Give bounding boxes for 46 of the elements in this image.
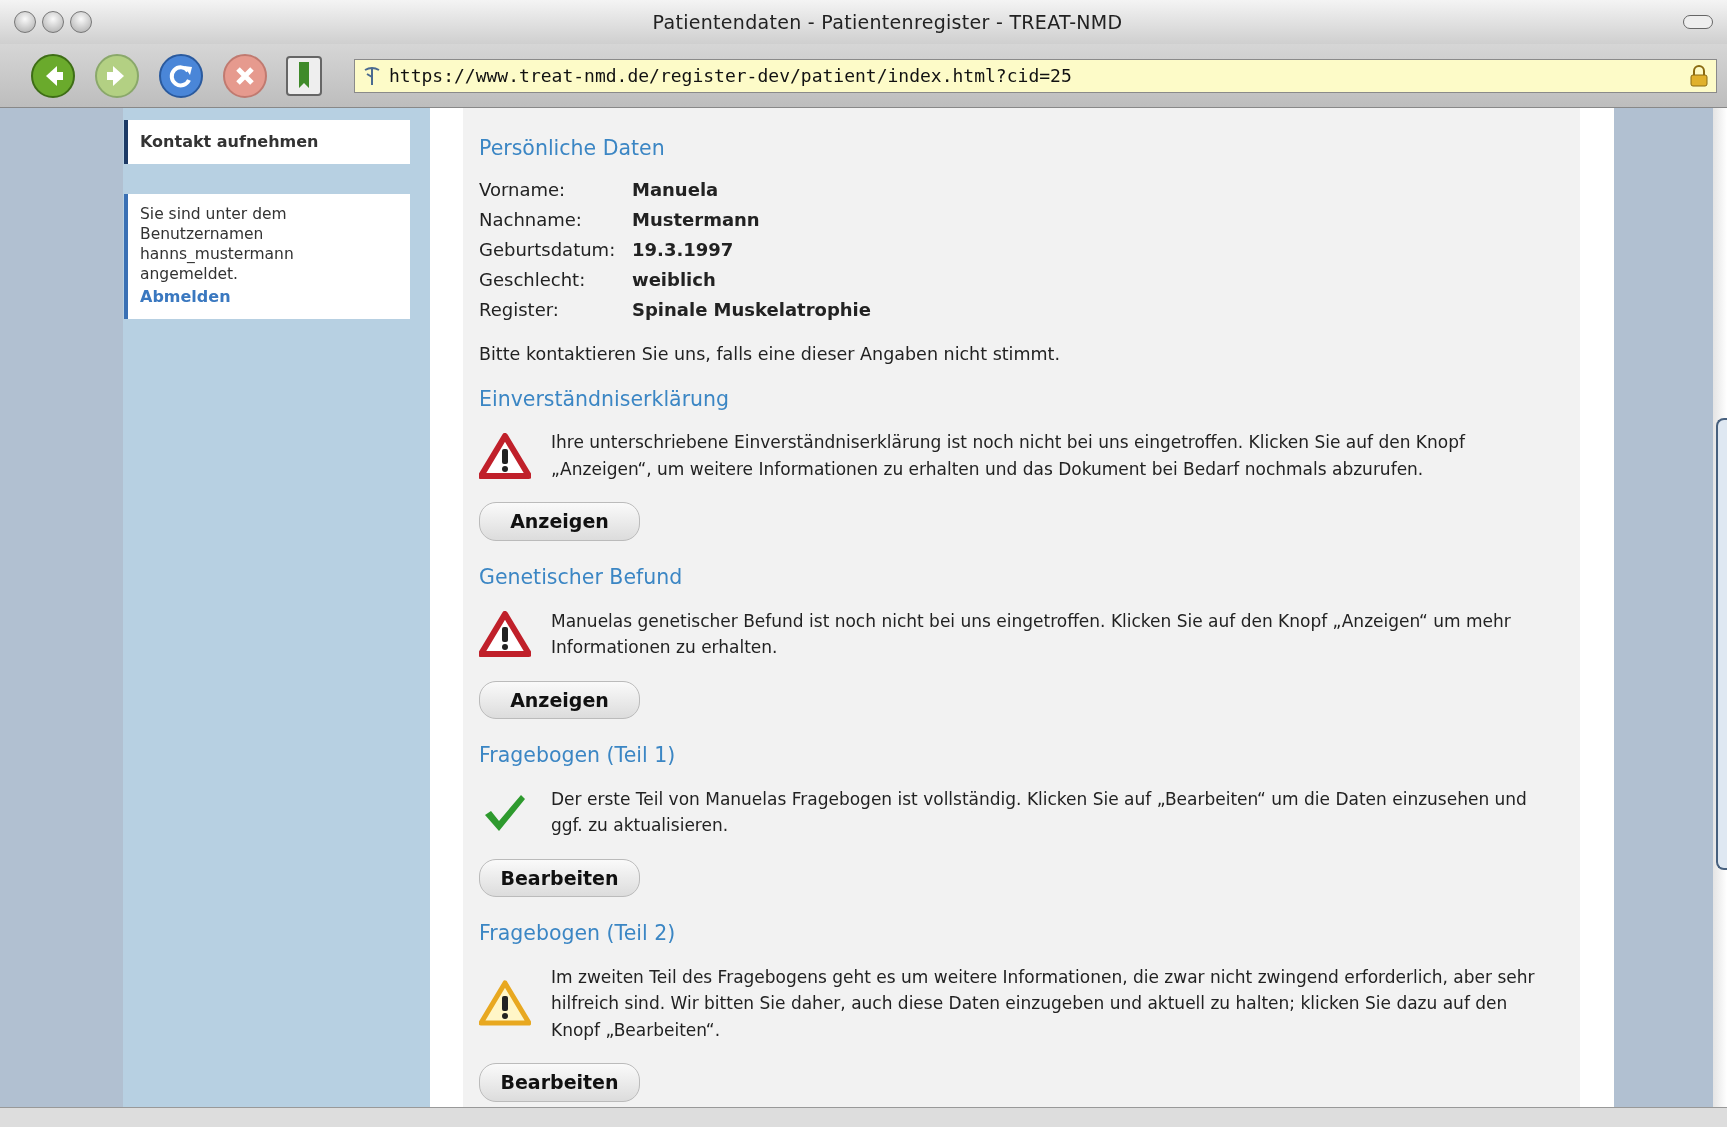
action-button[interactable]: Bearbeiten bbox=[479, 858, 640, 898]
close-window-button[interactable] bbox=[14, 11, 36, 33]
action-button[interactable]: Anzeigen bbox=[479, 680, 640, 720]
field-label: Vorname: bbox=[479, 177, 567, 202]
window-title: Patientendaten - Patientenregister - TREAT-NMD bbox=[651, 9, 1124, 35]
action-button[interactable]: Anzeigen bbox=[479, 502, 640, 541]
login-message: Sie sind unter dem Benutzernamen hanns_mustermann angemeldet. bbox=[140, 204, 295, 285]
back-button[interactable] bbox=[30, 52, 76, 99]
action-button[interactable]: Bearbeiten bbox=[479, 1063, 640, 1102]
scrollbar[interactable] bbox=[1713, 108, 1727, 1107]
logout-link[interactable]: Abmelden bbox=[140, 286, 231, 306]
site-icon bbox=[363, 65, 381, 86]
field-label: Nachname: bbox=[479, 207, 583, 232]
address-bar[interactable]: https://www.treat-nmd.de/register-dev/patient/index.html?cid=25 bbox=[354, 58, 1717, 93]
reload-button[interactable] bbox=[158, 52, 204, 99]
field-value: Spinale Muskelatrophie bbox=[632, 297, 871, 322]
section-heading: Fragebogen (Teil 2) bbox=[479, 921, 677, 946]
status-text: Der erste Teil von Manuelas Fragebogen ist vollständig. Klicken Sie auf „Bearbeiten“ um die Daten einzusehen und ggf. zu aktualisieren. bbox=[551, 787, 1528, 838]
bookmark-button[interactable] bbox=[286, 55, 322, 96]
zoom-window-button[interactable] bbox=[70, 11, 92, 33]
section-heading: Genetischer Befund bbox=[479, 564, 684, 590]
status-text: Manuelas genetischer Befund ist noch nicht bei uns eingetroffen. Klicken Sie auf den Knopf „Anzeigen“ um mehr Informationen zu erhalten. bbox=[551, 609, 1512, 660]
url-text: https://www.treat-nmd.de/register-dev/patient/index.html?cid=25 bbox=[389, 64, 1073, 88]
scrollbar-thumb[interactable] bbox=[1716, 418, 1727, 870]
field-value: Mustermann bbox=[632, 207, 760, 232]
status-text: Ihre unterschriebene Einverständniserklärung ist noch nicht bei uns eingetroffen. Klicken Sie auf den Knopf „Anzeigen“, um weitere Informationen zu erhalten und das Dokument bei Bedarf nochmals abzurufen. bbox=[551, 431, 1467, 481]
field-label: Register: bbox=[479, 297, 560, 322]
field-label: Geburtsdatum: bbox=[479, 237, 617, 262]
info-text: Bitte kontaktieren Sie uns, falls eine dieser Angaben nicht stimmt. bbox=[479, 342, 1061, 366]
field-value: 19.3.1997 bbox=[632, 237, 734, 262]
toolbar-toggle-button[interactable] bbox=[1683, 15, 1713, 29]
field-value: weiblich bbox=[632, 267, 716, 292]
status-text: Im zweiten Teil des Fragebogens geht es um weitere Informationen, die zwar nicht zwingend erforderlich, aber sehr hilfreich sind. Wir bitten Sie daher, auch diese Daten einzugeben und aktuell zu halten; klicken Sie dazu auf den Knopf „Bearbeiten“. bbox=[551, 965, 1536, 1042]
section-heading: Einverständniserklärung bbox=[479, 386, 731, 412]
lock-icon bbox=[1690, 64, 1708, 87]
warning-icon bbox=[479, 980, 531, 1027]
field-label: Geschlecht: bbox=[479, 267, 587, 292]
error-icon bbox=[479, 432, 531, 479]
section-heading: Persönliche Daten bbox=[479, 136, 666, 161]
minimize-window-button[interactable] bbox=[42, 11, 64, 33]
sidebar-link[interactable]: Kontakt aufnehmen bbox=[140, 132, 319, 151]
stop-button[interactable] bbox=[222, 52, 268, 99]
field-value: Manuela bbox=[632, 177, 719, 202]
error-icon bbox=[479, 611, 531, 658]
section-heading: Fragebogen (Teil 1) bbox=[479, 743, 677, 768]
forward-button[interactable] bbox=[94, 52, 140, 99]
